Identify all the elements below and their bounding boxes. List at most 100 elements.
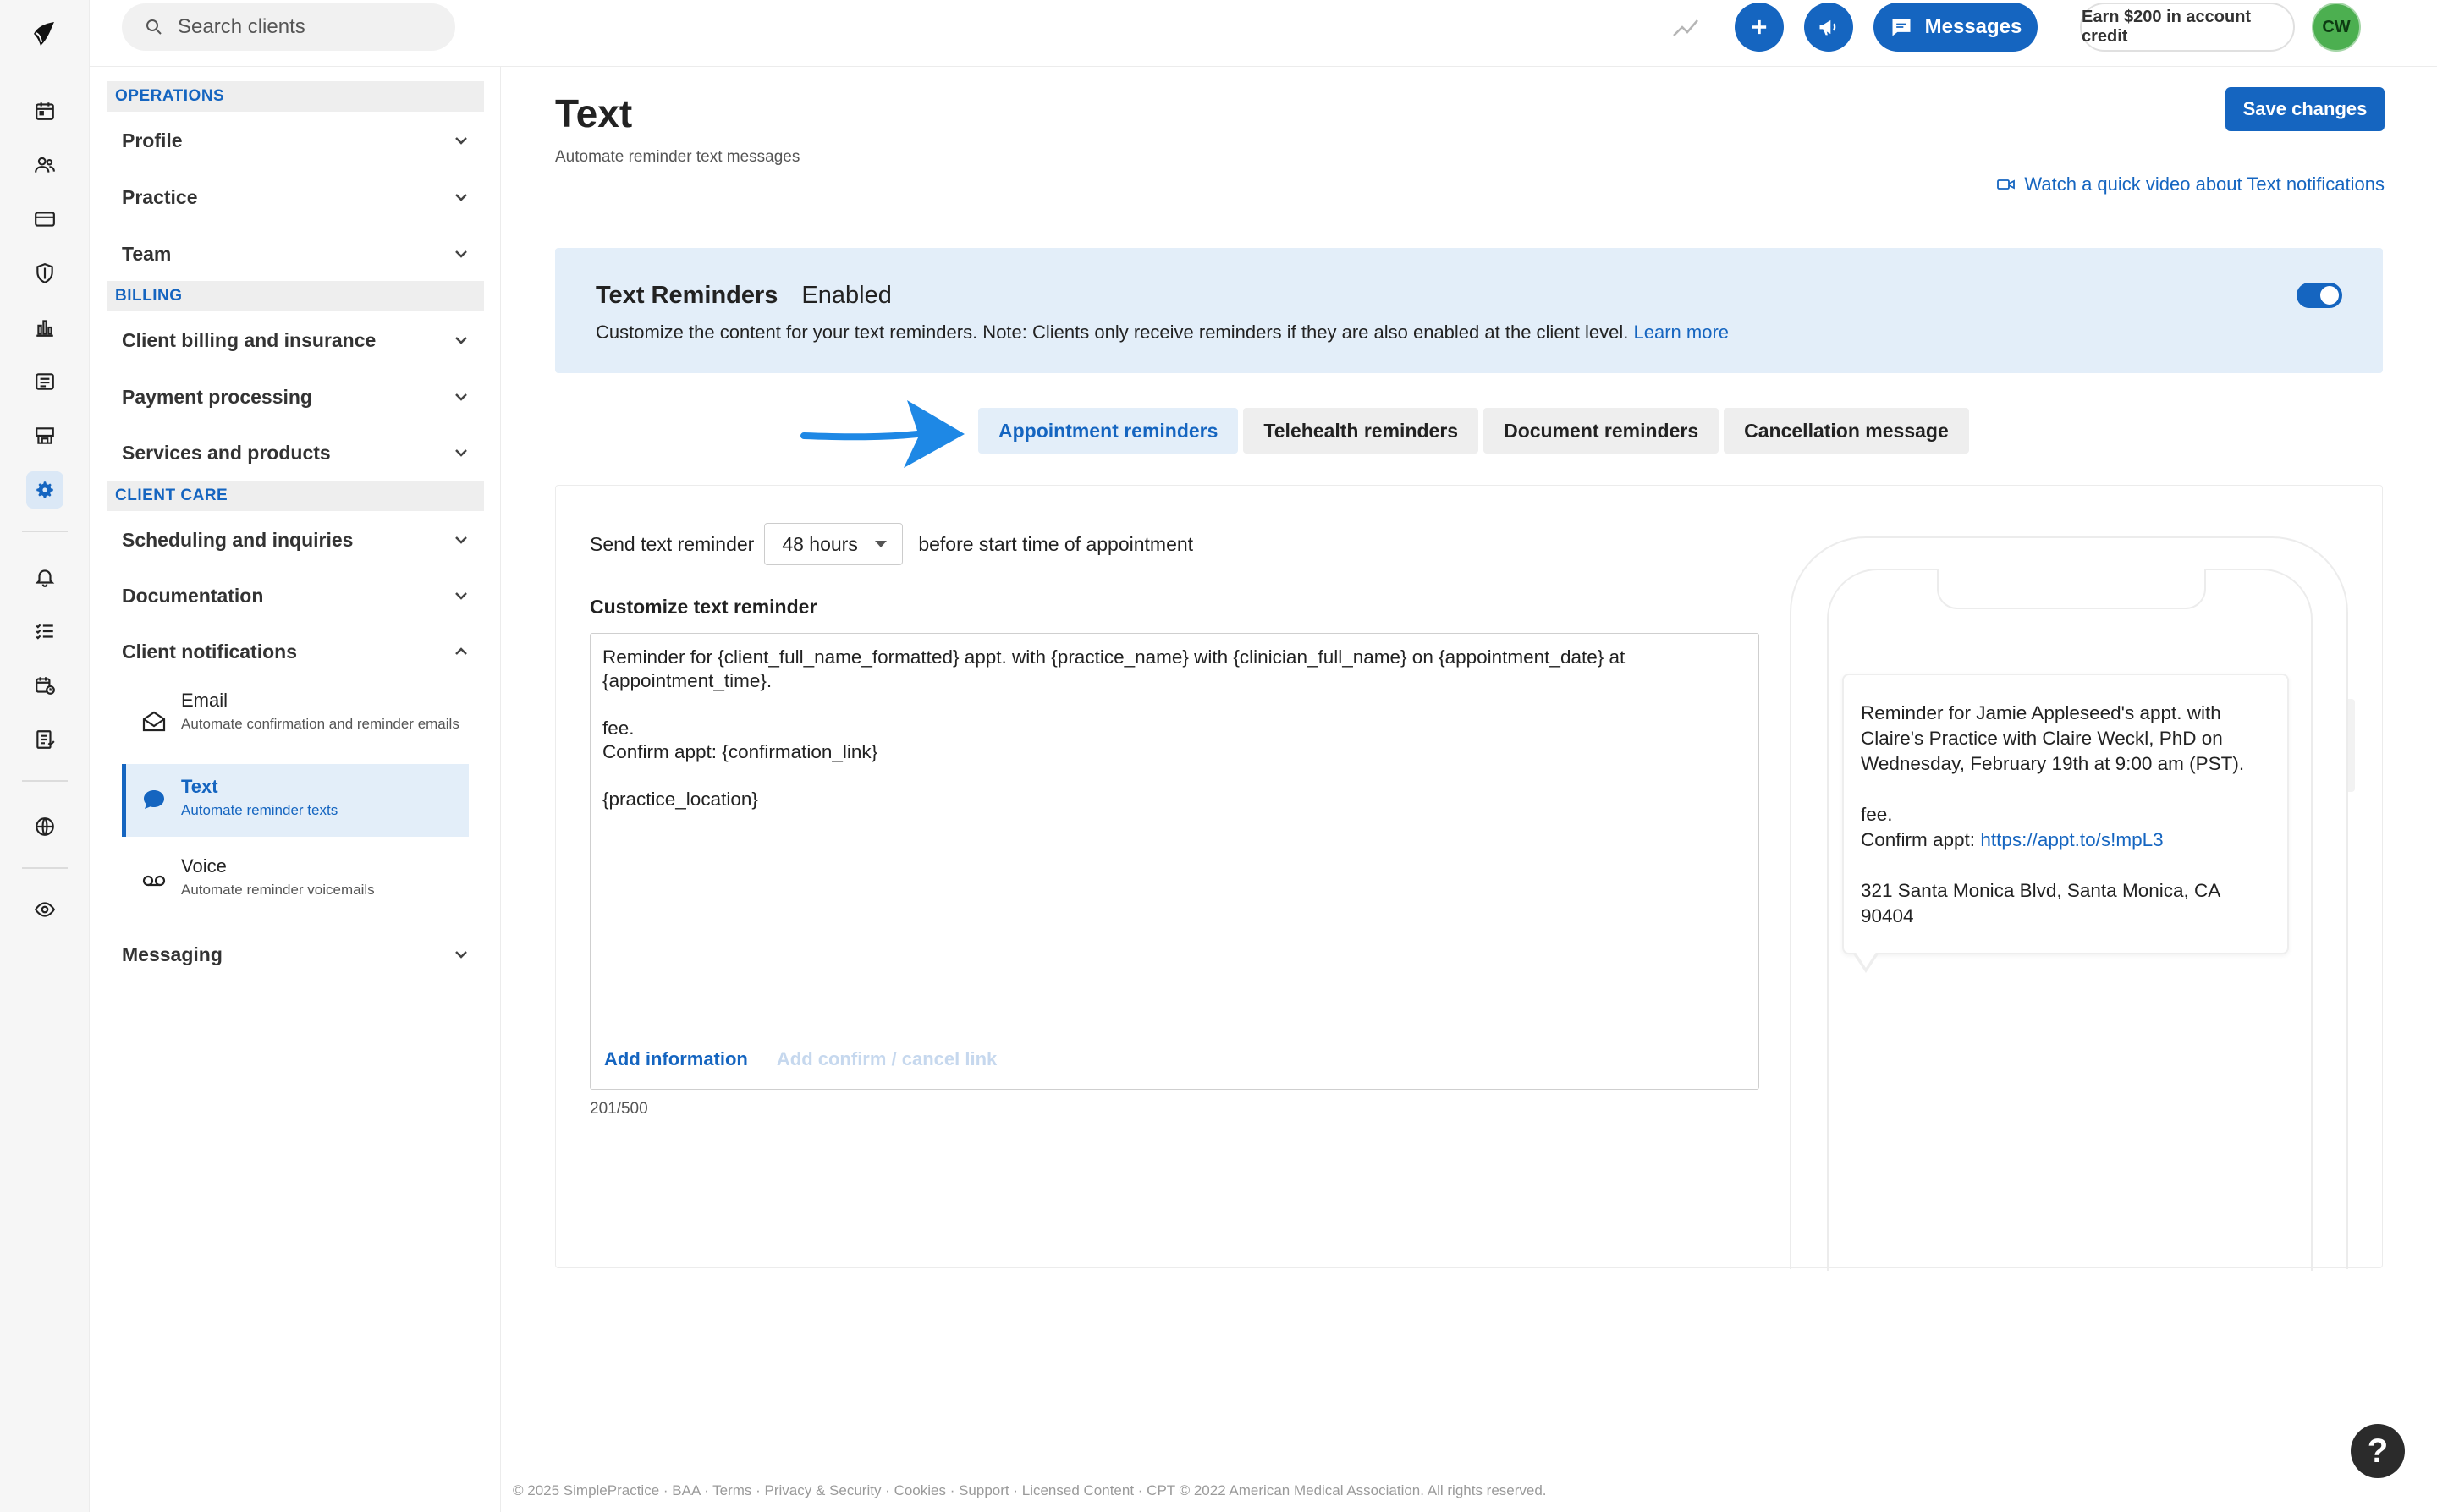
messages-label: Messages [1924, 15, 2022, 38]
chevron-down-icon [455, 337, 467, 344]
chevron-down-icon [455, 250, 467, 258]
trend-chart-icon[interactable] [1670, 12, 1701, 42]
tab-document-reminders[interactable]: Document reminders [1483, 408, 1719, 454]
reports-list-icon[interactable] [26, 721, 63, 758]
dropdown-caret-icon [875, 541, 888, 547]
messages-button[interactable]: Messages [1873, 3, 2038, 52]
sidebar-item-scheduling[interactable]: Scheduling and inquiries [122, 521, 477, 558]
sidebar-item-documentation[interactable]: Documentation [122, 577, 477, 614]
preview-confirm-prefix: Confirm appt: [1861, 829, 1981, 850]
phone-screen: Reminder for Jamie Appleseed's appt. wit… [1827, 569, 2313, 1271]
sidebar-item-team[interactable]: Team [122, 235, 477, 272]
add-confirm-link-button: Add confirm / cancel link [776, 1048, 998, 1069]
sidebar-subitem-email[interactable]: Email Automate confirmation and reminder… [122, 690, 469, 757]
sidebar-item-profile[interactable]: Profile [122, 122, 477, 159]
eye-icon[interactable] [26, 891, 63, 928]
chevron-down-icon [455, 951, 467, 959]
subitem-title: Voice [181, 855, 227, 877]
subitem-desc: Automate reminder texts [181, 802, 338, 818]
chat-bubble-icon [1892, 19, 1911, 36]
page-subtitle: Automate reminder text messages [555, 148, 800, 166]
reminder-timing-select[interactable]: 48 hours [764, 523, 904, 565]
sidebar-item-payment-processing[interactable]: Payment processing [122, 378, 477, 415]
editor-actions: Add information Add confirm / cancel lin… [604, 1048, 997, 1070]
reminder-settings-card: Send text reminder 48 hours before start… [555, 485, 2383, 1271]
send-prefix: Send text reminder [590, 532, 755, 555]
avatar[interactable]: CW [2312, 3, 2361, 52]
sidebar-item-client-billing[interactable]: Client billing and insurance [122, 322, 477, 359]
rail-divider [22, 780, 68, 782]
rail-divider [22, 867, 68, 869]
page-title: Text [555, 91, 633, 135]
banner-title-text: Text Reminders [596, 282, 778, 309]
bubble-tail [1852, 951, 1879, 973]
chevron-down-icon [455, 393, 467, 401]
sidebar-item-services-products[interactable]: Services and products [122, 434, 477, 471]
chevron-down-icon [455, 592, 467, 600]
preview-confirm-link[interactable]: https://appt.to/s!mpL3 [1980, 829, 2163, 850]
sidebar-item-label: Payment processing [122, 385, 312, 408]
chevron-down-icon [455, 194, 467, 201]
sidebar-item-label: Practice [122, 185, 198, 208]
envelope-icon [142, 711, 166, 732]
add-information-button[interactable]: Add information [604, 1048, 748, 1070]
save-changes-button[interactable]: Save changes [2225, 87, 2385, 131]
banner-status: Enabled [801, 282, 892, 309]
learn-more-link[interactable]: Learn more [1634, 322, 1730, 343]
notifications-bell-icon[interactable] [26, 558, 63, 596]
sidebar-item-practice[interactable]: Practice [122, 179, 477, 216]
reminder-timing-value: 48 hours [782, 532, 858, 555]
sidebar-item-label: Profile [122, 129, 183, 151]
phone-notch [1937, 569, 2206, 609]
voicemail-icon [142, 875, 166, 887]
settings-gear-icon[interactable] [26, 471, 63, 509]
simplepractice-logo-icon[interactable] [29, 19, 59, 49]
watch-video-link[interactable]: Watch a quick video about Text notificat… [1997, 173, 2385, 195]
top-bar: Search clients Messages Earn $200 in acc… [90, 0, 2437, 66]
template-text[interactable]: Reminder for {client_full_name_formatted… [602, 646, 1747, 811]
phone-preview: Reminder for Jamie Appleseed's appt. wit… [1790, 536, 2355, 1271]
preview-location: 321 Santa Monica Blvd, Santa Monica, CA … [1861, 880, 2225, 926]
clients-icon[interactable] [26, 146, 63, 184]
tasks-checklist-icon[interactable] [26, 613, 63, 650]
analytics-icon[interactable] [26, 309, 63, 346]
calendar-icon[interactable] [26, 92, 63, 129]
billing-card-icon[interactable] [26, 201, 63, 238]
preview-text: Reminder for Jamie Appleseed's appt. wit… [1861, 701, 2270, 929]
insurance-shield-icon[interactable] [26, 255, 63, 292]
section-header-operations: OPERATIONS [107, 81, 484, 112]
globe-icon[interactable] [26, 808, 63, 845]
sidebar-item-label: Team [122, 242, 172, 265]
documents-icon[interactable] [26, 363, 63, 400]
banner-description: Customize the content for your text remi… [596, 322, 1729, 344]
sidebar-subitem-voice[interactable]: Voice Automate reminder voicemails [122, 855, 469, 906]
add-new-button[interactable] [1735, 3, 1784, 52]
preview-message-bubble: Reminder for Jamie Appleseed's appt. wit… [1842, 674, 2289, 954]
tab-cancellation-message[interactable]: Cancellation message [1724, 408, 1969, 454]
text-reminders-toggle[interactable] [2297, 283, 2342, 308]
subitem-desc: Automate confirmation and reminder email… [181, 716, 459, 732]
marketplace-icon[interactable] [26, 417, 63, 454]
watch-video-label: Watch a quick video about Text notificat… [2024, 173, 2385, 195]
phone-side-button [2348, 699, 2355, 792]
sidebar-item-messaging[interactable]: Messaging [122, 936, 477, 973]
video-camera-icon [1997, 179, 2016, 190]
help-button[interactable]: ? [2351, 1424, 2405, 1478]
search-input[interactable]: Search clients [122, 3, 455, 51]
preview-line1: Reminder for Jamie Appleseed's appt. wit… [1861, 702, 2245, 774]
reminder-template-editor[interactable]: Reminder for {client_full_name_formatted… [590, 633, 1759, 1090]
app-rail [0, 0, 90, 1512]
sidebar-item-client-notifications[interactable]: Client notifications [122, 633, 477, 670]
reminder-tabs: Appointment reminders Telehealth reminde… [978, 408, 1969, 454]
tab-appointment-reminders[interactable]: Appointment reminders [978, 408, 1239, 454]
announcements-button[interactable] [1804, 3, 1853, 52]
speech-bubble-icon [144, 790, 164, 809]
section-header-billing: BILLING [107, 281, 484, 311]
settings-sidebar: OPERATIONS Profile Practice Team BILLING… [90, 67, 501, 1512]
tab-telehealth-reminders[interactable]: Telehealth reminders [1243, 408, 1479, 454]
calendar-clock-icon[interactable] [26, 667, 63, 704]
sidebar-item-label: Client notifications [122, 640, 297, 663]
earn-credit-button[interactable]: Earn $200 in account credit [2080, 3, 2295, 52]
footer: © 2025 SimplePractice · BAA · Terms · Pr… [513, 1482, 1547, 1498]
sidebar-subitem-text[interactable]: Text Automate reminder texts [122, 764, 469, 837]
